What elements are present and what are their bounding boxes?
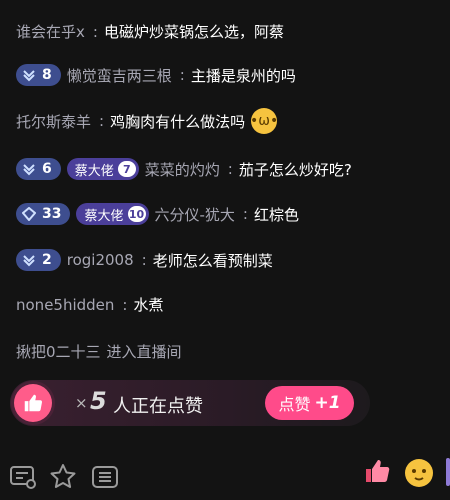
- username[interactable]: 六分仪-犹大: [155, 204, 235, 225]
- bottom-toolbar: [0, 450, 450, 500]
- username[interactable]: 懒觉蛮吉两三根: [67, 65, 172, 86]
- user-level-number: 8: [42, 67, 52, 83]
- chat-message[interactable]: 8 懒觉蛮吉两三根 : 主播是泉州的吗: [16, 64, 442, 86]
- username[interactable]: 托尔斯泰羊: [16, 111, 91, 132]
- chat-message[interactable]: none5hidden : 水煮: [16, 294, 442, 315]
- like-banner: × 5 人正在点赞 点赞 +1: [10, 380, 370, 426]
- separator: :: [227, 160, 233, 178]
- message-text: 老师怎么看预制菜: [152, 251, 273, 270]
- chat-message[interactable]: 33 蔡大佬 10 六分仪-犹大 : 红棕色: [16, 203, 442, 225]
- user-level-badge: 2: [16, 249, 61, 271]
- chat-settings-icon[interactable]: [8, 462, 38, 492]
- fan-club-name: 蔡大佬: [84, 208, 124, 224]
- username[interactable]: 谁会在乎x: [16, 21, 85, 42]
- user-level-badge: 6: [16, 158, 61, 180]
- separator: :: [122, 295, 128, 314]
- level-chevron-icon: [23, 255, 35, 267]
- star-effects-icon[interactable]: [48, 462, 78, 492]
- more-indicator: [446, 458, 450, 486]
- level-chevron-icon: [23, 70, 35, 82]
- username[interactable]: 揪把0二十三: [16, 341, 101, 362]
- user-level-number: 6: [42, 161, 52, 177]
- username[interactable]: rogi2008: [67, 251, 134, 269]
- user-level-number: 2: [42, 252, 52, 268]
- separator: :: [179, 66, 185, 84]
- level-chevron-icon: [23, 164, 35, 176]
- message-text: 水煮: [133, 296, 164, 314]
- separator: :: [242, 205, 248, 223]
- separator: :: [92, 22, 98, 41]
- thumbs-up-icon: [14, 384, 52, 422]
- emoji-icon[interactable]: [404, 458, 434, 488]
- username[interactable]: none5hidden: [16, 296, 114, 314]
- cat-emoji-icon: •ω•: [250, 108, 278, 134]
- separator: :: [99, 112, 105, 130]
- like-text: 人正在点赞: [113, 396, 203, 417]
- message-text: 主播是泉州的吗: [190, 66, 296, 85]
- message-text: 鸡胸肉有什么做法吗: [110, 112, 246, 131]
- like-button-plus: +1: [314, 393, 341, 413]
- message-text: 电磁炉炒菜锅怎么选，阿蔡: [103, 23, 284, 41]
- list-icon[interactable]: [90, 462, 120, 492]
- fan-club-name: 蔡大佬: [74, 163, 114, 179]
- fan-club-level: 7: [117, 161, 136, 177]
- message-text: 茄子怎么炒好吃?: [238, 160, 352, 179]
- message-text: 红棕色: [253, 205, 299, 224]
- chat-message[interactable]: 托尔斯泰羊 : 鸡胸肉有什么做法吗 •ω•: [16, 108, 442, 134]
- separator: :: [141, 251, 147, 269]
- like-button-label: 点赞: [278, 395, 311, 414]
- chat-message[interactable]: 2 rogi2008 : 老师怎么看预制菜: [16, 249, 442, 271]
- fan-club-badge: 蔡大佬 7: [66, 158, 139, 180]
- like-button[interactable]: 点赞 +1: [265, 386, 354, 420]
- enter-text: 进入直播间: [106, 343, 182, 361]
- fan-club-level: 10: [127, 206, 146, 222]
- user-level-badge: 33: [16, 203, 71, 225]
- chat-message[interactable]: 6 蔡大佬 7 菜菜的灼灼 : 茄子怎么炒好吃?: [16, 158, 442, 180]
- chat-message[interactable]: 谁会在乎x : 电磁炉炒菜锅怎么选，阿蔡: [16, 21, 442, 42]
- like-count: 5: [90, 387, 107, 415]
- username[interactable]: 菜菜的灼灼: [145, 159, 220, 180]
- user-level-badge: 8: [16, 64, 61, 86]
- level-diamond-icon: [22, 207, 36, 221]
- thumbs-up-icon[interactable]: [362, 456, 392, 486]
- user-level-number: 33: [42, 206, 62, 222]
- chat-enter-notice: 揪把0二十三 进入直播间: [16, 341, 442, 362]
- like-multiplier: ×: [75, 394, 88, 412]
- fan-club-badge: 蔡大佬 10: [76, 203, 149, 225]
